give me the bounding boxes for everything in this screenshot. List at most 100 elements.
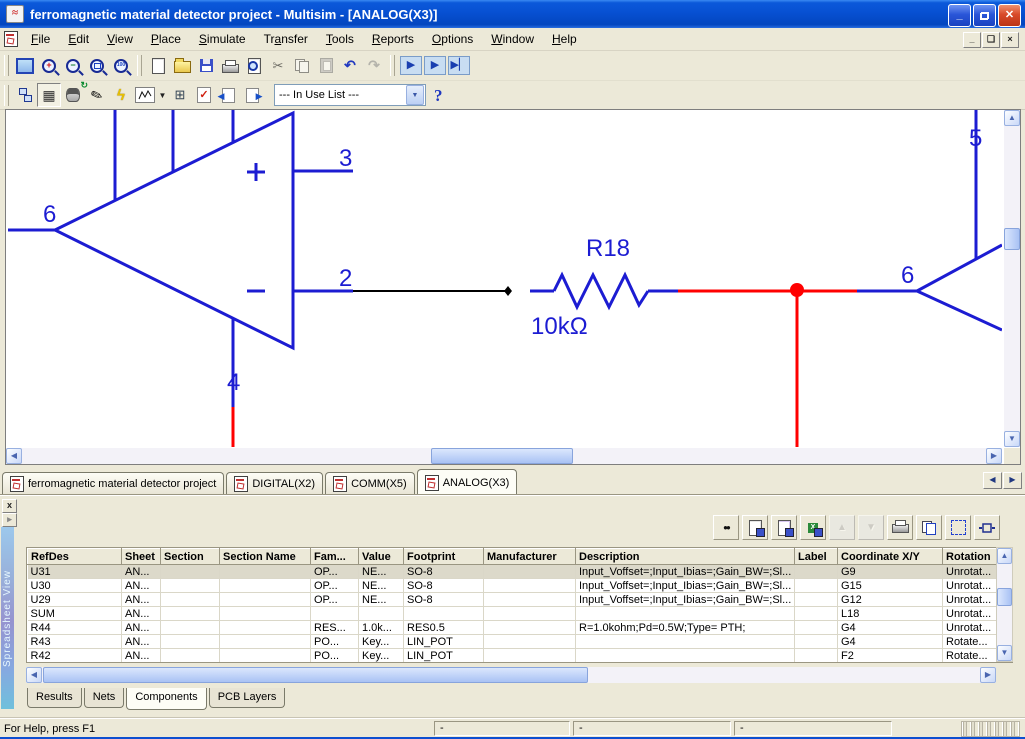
cell[interactable] xyxy=(484,635,576,649)
toggle-fullscreen-button[interactable] xyxy=(13,54,37,78)
cell[interactable] xyxy=(795,635,838,649)
component-wizard-button[interactable]: ✎ xyxy=(85,83,109,107)
vscroll-thumb[interactable] xyxy=(997,588,1012,606)
cell[interactable]: Unrotat... xyxy=(943,579,1004,593)
menu-transfer[interactable]: Transfer xyxy=(255,29,317,49)
cell[interactable] xyxy=(161,593,220,607)
analyses-button[interactable] xyxy=(133,83,157,107)
cell[interactable]: AN... xyxy=(122,565,161,579)
cell[interactable]: OP... xyxy=(311,593,359,607)
cell[interactable] xyxy=(220,565,311,579)
hierarchy-button[interactable] xyxy=(13,83,37,107)
cell[interactable] xyxy=(576,607,795,621)
export-excel-button[interactable]: X xyxy=(800,515,826,540)
column-header[interactable]: Section Name xyxy=(220,549,311,565)
cell[interactable]: Key... xyxy=(359,635,404,649)
cell[interactable]: L18 xyxy=(838,607,943,621)
column-header[interactable]: Label xyxy=(795,549,838,565)
wire-selected-net[interactable] xyxy=(678,283,857,447)
table-row[interactable]: U30AN...OP...NE...SO-8Input_Voffset=;Inp… xyxy=(28,579,1014,593)
scroll-right-button[interactable]: ▶ xyxy=(980,667,996,683)
cell[interactable]: AN... xyxy=(122,649,161,663)
toolbar-grip[interactable] xyxy=(137,55,142,76)
panel-expand-button[interactable]: ▸ xyxy=(2,513,17,527)
cell[interactable] xyxy=(795,565,838,579)
sheet-tab-4[interactable]: ANALOG(X3) xyxy=(417,469,518,495)
cell[interactable]: G12 xyxy=(838,593,943,607)
zoom-in-button[interactable]: + xyxy=(37,54,61,78)
help-button[interactable]: ? xyxy=(434,87,443,104)
find-button[interactable]: ●● xyxy=(713,515,739,540)
minimize-button[interactable]: _ xyxy=(948,4,971,27)
cell[interactable]: Unrotat... xyxy=(943,593,1004,607)
cell[interactable] xyxy=(220,579,311,593)
column-header[interactable]: Footprint xyxy=(404,549,484,565)
cell[interactable]: Key... xyxy=(359,649,404,663)
combo-dropdown-arrow[interactable]: ▼ xyxy=(406,85,424,105)
cell[interactable] xyxy=(161,621,220,635)
cell[interactable]: U30 xyxy=(28,579,122,593)
cell[interactable] xyxy=(220,635,311,649)
tab-scroll-right-button[interactable]: ▶ xyxy=(1003,472,1022,489)
column-header[interactable]: Section xyxy=(161,549,220,565)
cell[interactable] xyxy=(161,565,220,579)
cell[interactable]: Rotate... xyxy=(943,649,1004,663)
toolbar-grip[interactable] xyxy=(4,85,9,106)
cell[interactable]: AN... xyxy=(122,593,161,607)
title-bar[interactable]: ≈ ferromagnetic material detector projec… xyxy=(0,0,1025,28)
tab-components[interactable]: Components xyxy=(126,688,206,710)
menu-file[interactable]: File xyxy=(22,29,59,49)
simulate-switch-button[interactable]: ϟ xyxy=(109,83,133,107)
cell[interactable]: NE... xyxy=(359,593,404,607)
cell[interactable]: NE... xyxy=(359,579,404,593)
print-preview-button[interactable] xyxy=(242,54,266,78)
cell[interactable] xyxy=(484,565,576,579)
cell[interactable] xyxy=(484,593,576,607)
export-text-button[interactable] xyxy=(742,515,768,540)
pause-simulation-button[interactable]: ▶ xyxy=(423,54,447,78)
mdi-restore-button[interactable]: ❏ xyxy=(982,32,1000,48)
cell[interactable]: Input_Voffset=;Input_Ibias=;Gain_BW=;Sl.… xyxy=(576,579,795,593)
opamp-left[interactable] xyxy=(8,110,353,407)
cell[interactable]: LIN_POT xyxy=(404,649,484,663)
spreadsheet-view-toggle[interactable]: ▦ xyxy=(37,83,61,107)
scroll-up-button[interactable]: ▲ xyxy=(997,548,1012,564)
tab-results[interactable]: Results xyxy=(27,688,82,708)
forward-annotate-button[interactable]: ▶ xyxy=(240,83,264,107)
analyses-dropdown-arrow[interactable]: ▼ xyxy=(157,84,168,106)
cell[interactable]: R44 xyxy=(28,621,122,635)
select-region-button[interactable] xyxy=(945,515,971,540)
cell[interactable] xyxy=(359,607,404,621)
cell[interactable]: LIN_POT xyxy=(404,635,484,649)
print-table-button[interactable] xyxy=(887,515,913,540)
in-use-list-combo[interactable]: --- In Use List --- ▼ xyxy=(274,84,426,106)
cell[interactable] xyxy=(576,635,795,649)
cell[interactable] xyxy=(484,621,576,635)
cell[interactable]: U29 xyxy=(28,593,122,607)
hscroll-thumb[interactable] xyxy=(43,667,588,683)
cell[interactable] xyxy=(161,579,220,593)
cell[interactable]: Input_Voffset=;Input_Ibias=;Gain_BW=;Sl.… xyxy=(576,565,795,579)
zoom-out-button[interactable]: − xyxy=(61,54,85,78)
cell[interactable]: OP... xyxy=(311,565,359,579)
copy-table-button[interactable] xyxy=(916,515,942,540)
cell[interactable]: Input_Voffset=;Input_Ibias=;Gain_BW=;Sl.… xyxy=(576,593,795,607)
column-header[interactable]: RefDes xyxy=(28,549,122,565)
scroll-left-button[interactable]: ◀ xyxy=(6,448,22,464)
hscroll-thumb[interactable] xyxy=(431,448,573,464)
restore-button[interactable] xyxy=(973,4,996,27)
save-button[interactable] xyxy=(194,54,218,78)
cell[interactable]: NE... xyxy=(359,565,404,579)
cell[interactable]: RES0.5 xyxy=(404,621,484,635)
replace-component-button[interactable] xyxy=(974,515,1000,540)
column-header[interactable]: Fam... xyxy=(311,549,359,565)
erc-check-button[interactable]: ✓ xyxy=(192,83,216,107)
menu-tools[interactable]: Tools xyxy=(317,29,363,49)
zoom-full-button[interactable]: 100 xyxy=(109,54,133,78)
close-button[interactable]: ✕ xyxy=(998,4,1021,27)
cell[interactable] xyxy=(161,635,220,649)
menu-help[interactable]: Help xyxy=(543,29,586,49)
cell[interactable]: AN... xyxy=(122,635,161,649)
cell[interactable] xyxy=(311,607,359,621)
cell[interactable]: AN... xyxy=(122,607,161,621)
